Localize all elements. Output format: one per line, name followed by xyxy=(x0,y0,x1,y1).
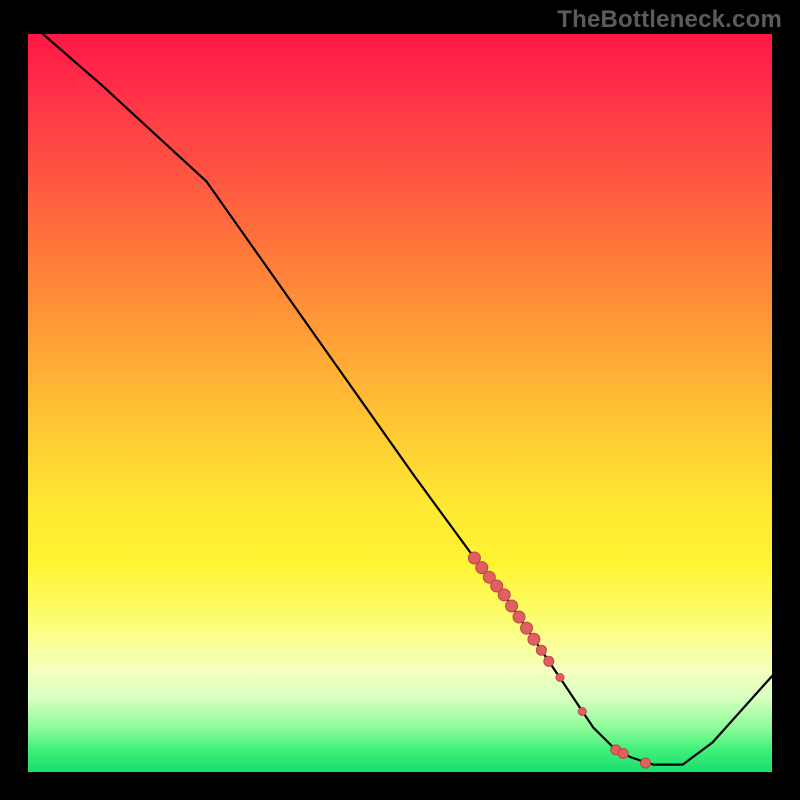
data-point xyxy=(521,622,533,634)
data-point xyxy=(528,633,540,645)
data-point xyxy=(578,708,586,716)
data-point xyxy=(506,600,518,612)
curve-points xyxy=(468,552,650,768)
data-point xyxy=(618,749,628,759)
data-point xyxy=(556,674,564,682)
plot-area xyxy=(28,34,772,772)
data-point xyxy=(498,589,510,601)
chart-frame: TheBottleneck.com xyxy=(0,0,800,800)
watermark-text: TheBottleneck.com xyxy=(557,6,782,34)
curve-line xyxy=(43,34,772,765)
data-point xyxy=(641,758,651,768)
data-point xyxy=(513,611,525,623)
data-point xyxy=(536,645,546,655)
data-point xyxy=(544,656,554,666)
chart-svg xyxy=(28,34,772,772)
